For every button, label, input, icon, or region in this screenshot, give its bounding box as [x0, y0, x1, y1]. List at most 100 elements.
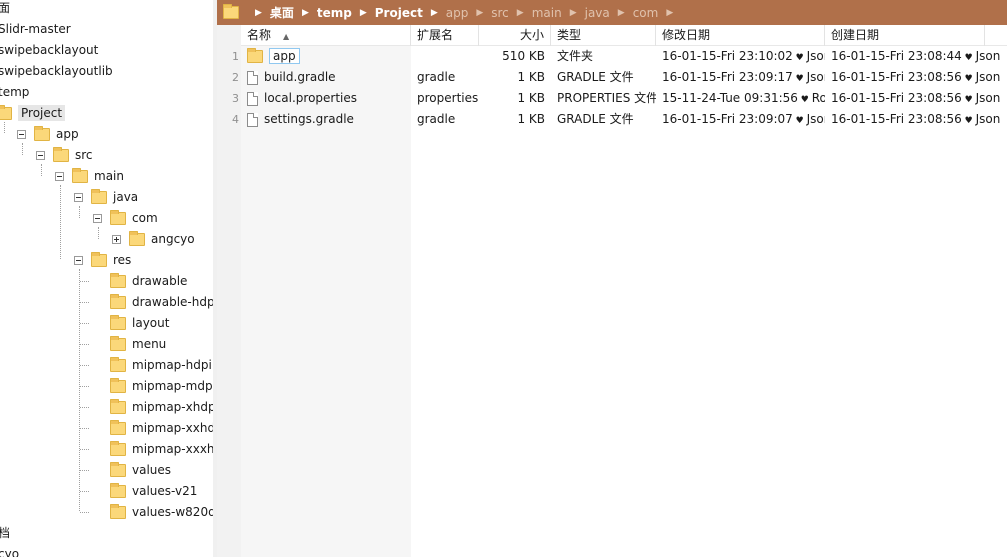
breadcrumb-item[interactable]: main ▶	[532, 6, 585, 20]
tree-item[interactable]: mipmap-xhdpi	[110, 397, 213, 418]
breadcrumb-item[interactable]: Project ▶	[375, 6, 446, 20]
column-header-name[interactable]: 名称 ▲	[241, 25, 411, 46]
owner-name: Json	[806, 112, 825, 126]
file-name[interactable]: build.gradle	[264, 70, 336, 84]
column-header-modified[interactable]: 修改日期	[656, 25, 825, 46]
chevron-right-icon[interactable]: ▶	[618, 8, 625, 18]
file-name[interactable]: app	[269, 48, 300, 64]
tree-item[interactable]: mipmap-hdpi	[110, 355, 212, 376]
collapse-icon[interactable]	[55, 172, 64, 181]
collapse-icon[interactable]	[17, 130, 26, 139]
tree-item[interactable]: layout	[110, 313, 169, 334]
chevron-right-icon[interactable]: ▶	[302, 8, 309, 18]
tree-guide-line	[80, 512, 89, 513]
tree-item[interactable]: app	[17, 124, 79, 145]
tree-item[interactable]: menu	[110, 334, 166, 355]
tree-item[interactable]: values-v21	[110, 481, 197, 502]
folder-icon	[223, 4, 239, 19]
file-name[interactable]: local.properties	[264, 91, 357, 105]
tree-item[interactable]: values	[110, 460, 171, 481]
column-header-name-label: 名称	[247, 28, 272, 42]
chevron-right-icon[interactable]: ▶	[517, 8, 524, 18]
column-header-modified-label: 修改日期	[662, 28, 711, 42]
tree-item-label: Slidr-master	[0, 22, 71, 36]
chevron-right-icon[interactable]: ▶	[570, 8, 577, 18]
collapse-icon[interactable]	[74, 193, 83, 202]
folder-icon	[110, 462, 126, 477]
tree-item[interactable]: angcyo	[112, 229, 195, 250]
cell-modified-text: 15-11-24-Tue 09:31:56	[662, 91, 798, 105]
row-number: 3	[232, 92, 239, 105]
folder-icon	[110, 441, 126, 456]
table-row[interactable]: app 510 KB 文件夹 16-01-15-Fri 23:10:02 ♥ Json…	[241, 46, 1007, 67]
tree-item[interactable]: 档	[0, 523, 10, 544]
tree-item[interactable]: com	[93, 208, 158, 229]
chevron-right-icon[interactable]: ▶	[360, 8, 367, 18]
row-number-gutter: 1 2 3 4	[217, 25, 241, 557]
heart-icon: ♥	[792, 116, 807, 126]
breadcrumb-item[interactable]: temp ▶	[317, 6, 375, 20]
address-bar[interactable]: ▶ 桌面 ▶ temp ▶ Project ▶ app ▶ src ▶ main ▶ java ▶ com ▶	[217, 0, 1007, 25]
column-header-ext[interactable]: 扩展名	[411, 25, 479, 46]
tree-item-label: swipebacklayoutlib	[0, 64, 113, 78]
breadcrumb-root-arrow[interactable]: ▶	[247, 8, 270, 18]
folder-icon	[53, 147, 69, 162]
chevron-right-icon[interactable]: ▶	[431, 8, 438, 18]
cell-ext: properties	[411, 88, 479, 109]
collapse-icon[interactable]	[36, 151, 45, 160]
folder-icon	[110, 357, 126, 372]
column-header: 名称 ▲ 扩展名 大小 类型 修改日期 创建日期	[241, 25, 1007, 46]
chevron-right-icon[interactable]: ▶	[476, 8, 483, 18]
tree-item[interactable]: temp	[0, 82, 29, 103]
folder-tree[interactable]: 面 Slidr-master swipebacklayout swipebacklay…	[0, 0, 213, 557]
chevron-right-icon[interactable]: ▶	[666, 8, 673, 18]
breadcrumb-item[interactable]: java ▶	[585, 6, 633, 20]
column-header-created[interactable]: 创建日期	[825, 25, 985, 46]
tree-item[interactable]: drawable	[110, 271, 187, 292]
column-header-type[interactable]: 类型	[551, 25, 656, 46]
cell-size: 1 KB	[479, 88, 551, 109]
tree-item-label: mipmap-mdpi	[132, 379, 213, 393]
breadcrumb-item[interactable]: com ▶	[633, 6, 682, 20]
cell-size: 1 KB	[479, 109, 551, 130]
tree-item[interactable]: 面	[0, 0, 10, 19]
cell-size-text: 510 KB	[502, 49, 545, 63]
cell-size: 1 KB	[479, 67, 551, 88]
collapse-icon[interactable]	[74, 256, 83, 265]
tree-item[interactable]: mipmap-mdpi	[110, 376, 213, 397]
table-row[interactable]: local.properties properties 1 KB PROPERTIES…	[241, 88, 1007, 109]
cell-type-text: GRADLE 文件	[557, 112, 634, 126]
tree-item[interactable]: java	[74, 187, 138, 208]
folder-icon	[110, 210, 126, 225]
folder-icon	[110, 294, 126, 309]
heart-icon: ♥	[961, 53, 976, 63]
column-header-type-label: 类型	[557, 28, 582, 42]
tree-item[interactable]: drawable-hdpi	[110, 292, 213, 313]
tree-item-label: 档	[0, 526, 11, 540]
tree-item[interactable]: mipmap-xxxhdpi	[110, 439, 213, 460]
cell-type-text: GRADLE 文件	[557, 70, 634, 84]
cell-name: settings.gradle	[241, 109, 411, 130]
column-header-size[interactable]: 大小	[479, 25, 551, 46]
tree-item[interactable]: values-w820dp	[110, 502, 213, 523]
expand-icon[interactable]	[112, 235, 121, 244]
tree-item[interactable]: src	[36, 145, 93, 166]
cell-size: 510 KB	[479, 46, 551, 67]
file-name[interactable]: settings.gradle	[264, 112, 354, 126]
table-row[interactable]: settings.gradle gradle 1 KB GRADLE 文件 16-01-…	[241, 109, 1007, 130]
breadcrumb-item[interactable]: src ▶	[491, 6, 531, 20]
tree-item[interactable]: swipebacklayoutlib	[0, 61, 113, 82]
breadcrumb-item[interactable]: app ▶	[446, 6, 492, 20]
breadcrumb-item[interactable]: 桌面 ▶	[270, 4, 317, 21]
cell-type-text: PROPERTIES 文件	[557, 91, 656, 105]
table-row[interactable]: build.gradle gradle 1 KB GRADLE 文件 16-01-15-…	[241, 67, 1007, 88]
tree-item[interactable]: cyo	[0, 544, 19, 557]
tree-item[interactable]: swipebacklayout	[0, 40, 98, 61]
tree-item[interactable]: res	[74, 250, 131, 271]
tree-item[interactable]: Slidr-master	[0, 19, 71, 40]
breadcrumb-item-label: 桌面	[269, 6, 294, 20]
collapse-icon[interactable]	[93, 214, 102, 223]
tree-item[interactable]: main	[55, 166, 124, 187]
tree-item[interactable]: Project	[0, 103, 66, 124]
tree-item[interactable]: mipmap-xxhdpi	[110, 418, 213, 439]
